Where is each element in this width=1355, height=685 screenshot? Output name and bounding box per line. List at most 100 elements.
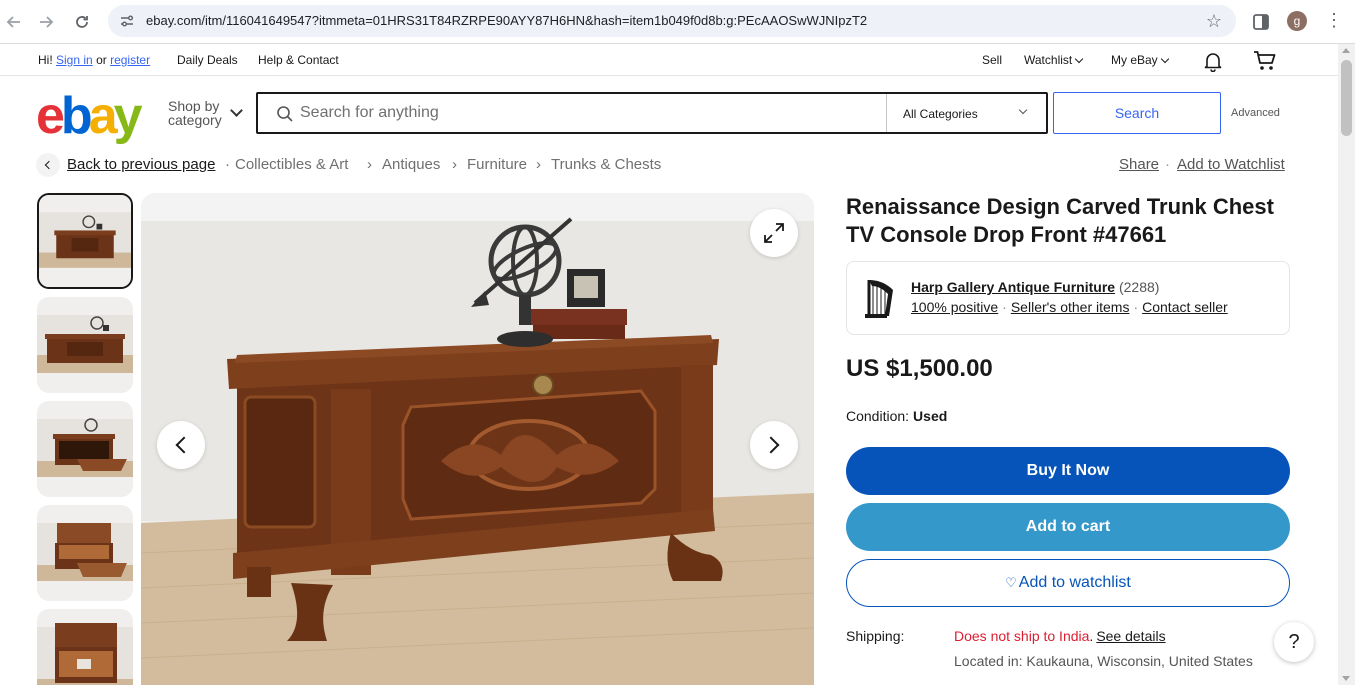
shipping-label: Shipping:	[846, 628, 905, 644]
thumbnail-3[interactable]	[37, 401, 133, 497]
site-info-icon[interactable]	[118, 12, 136, 30]
thumbnail-2[interactable]	[37, 297, 133, 393]
page-scrollbar[interactable]	[1338, 44, 1355, 685]
seller-card: Harp Gallery Antique Furniture (2288) 10…	[846, 261, 1290, 335]
see-details-link[interactable]: See details	[1096, 628, 1165, 644]
url-text[interactable]: ebay.com/itm/116041649547?itmmeta=01HRS3…	[146, 13, 867, 28]
separator-dot: ·	[1002, 299, 1007, 315]
seller-name-row: Harp Gallery Antique Furniture (2288)	[911, 279, 1159, 295]
profile-avatar[interactable]: g	[1287, 11, 1307, 31]
thumbnail-5[interactable]	[37, 609, 133, 685]
category-select[interactable]: All Categories	[886, 94, 1046, 132]
notification-bell-icon[interactable]	[1202, 50, 1224, 72]
my-ebay-label: My eBay	[1111, 53, 1158, 67]
breadcrumb-item[interactable]: Antiques	[382, 156, 440, 173]
fullscreen-button[interactable]	[750, 209, 798, 257]
search-icon	[277, 106, 293, 122]
positive-feedback-link[interactable]: 100% positive	[911, 299, 998, 315]
add-to-cart-button[interactable]: Add to cart	[846, 503, 1290, 551]
my-ebay-menu[interactable]: My eBay	[1111, 53, 1169, 67]
more-menu-icon[interactable]: ⋮	[1325, 10, 1343, 31]
condition-value: Used	[913, 408, 948, 424]
or-text: or	[96, 53, 107, 67]
contact-seller-link[interactable]: Contact seller	[1142, 299, 1228, 315]
buy-it-now-button[interactable]: Buy It Now	[846, 447, 1290, 495]
shipping-value: Does not ship to India. See details	[954, 628, 1166, 644]
search-input[interactable]	[300, 102, 880, 124]
category-selected: All Categories	[903, 107, 978, 121]
item-location: Located in: Kaukauna, Wisconsin, United …	[954, 653, 1253, 669]
breadcrumb-chevron-icon: ›	[367, 156, 372, 173]
shop-by-line1: Shop by	[168, 98, 220, 114]
register-link[interactable]: register	[110, 53, 150, 67]
shipping-warning: Does not ship to India	[954, 628, 1090, 644]
daily-deals-link[interactable]: Daily Deals	[177, 53, 238, 67]
harp-logo-icon	[865, 280, 893, 318]
breadcrumb-chevron-icon: ›	[452, 156, 457, 173]
address-bar[interactable]: ebay.com/itm/116041649547?itmmeta=01HRS3…	[108, 5, 1236, 37]
sign-in-link[interactable]: Sign in	[56, 53, 93, 67]
help-contact-link[interactable]: Help & Contact	[258, 53, 339, 67]
seller-feedback-count: (2288)	[1118, 279, 1160, 295]
add-to-watchlist-link[interactable]: Add to Watchlist	[1177, 156, 1285, 173]
chevron-down-icon	[1018, 105, 1028, 115]
cart-icon[interactable]	[1253, 50, 1277, 72]
main-product-image[interactable]	[141, 193, 814, 685]
next-image-button[interactable]	[750, 421, 798, 469]
breadcrumb-item[interactable]: Collectibles & Art	[235, 156, 348, 173]
back-chevron-icon[interactable]	[36, 153, 60, 177]
greeting-text: Hi!	[38, 53, 53, 67]
sell-link[interactable]: Sell	[982, 53, 1002, 67]
back-to-previous-link[interactable]: Back to previous page	[67, 156, 215, 173]
chevron-down-icon	[1074, 54, 1084, 64]
advanced-search-link[interactable]: Advanced	[1231, 107, 1280, 119]
watchlist-label: Watchlist	[1024, 53, 1073, 67]
side-panel-icon[interactable]	[1251, 12, 1271, 32]
expand-icon	[764, 223, 784, 243]
shop-by-line2: category	[168, 112, 222, 128]
watchlist-menu[interactable]: Watchlist	[1024, 53, 1084, 67]
add-to-watchlist-button[interactable]: ♡ Add to watchlist	[846, 559, 1290, 607]
bookmark-star-icon[interactable]: ☆	[1206, 11, 1222, 32]
add-to-watchlist-label: Add to watchlist	[1018, 574, 1131, 591]
previous-image-button[interactable]	[157, 421, 205, 469]
seller-links-row: 100% positive · Seller's other items · Conta…	[911, 299, 1228, 315]
trunk-chest-photo	[141, 193, 814, 685]
logo-letter: a	[88, 87, 118, 145]
scroll-down-icon[interactable]	[1342, 676, 1350, 681]
greeting: Hi! Sign in or register	[38, 53, 150, 67]
search-bar: All Categories	[256, 92, 1048, 134]
breadcrumb-item[interactable]: Furniture	[467, 156, 527, 173]
reload-icon[interactable]	[68, 8, 96, 36]
shop-by-category-button[interactable]: Shop by category	[168, 99, 222, 127]
breadcrumb-item[interactable]: Trunks & Chests	[551, 156, 661, 173]
chevron-down-icon	[1160, 54, 1169, 64]
thumbnail-4[interactable]	[37, 505, 133, 601]
ebay-logo[interactable]: ebay	[36, 86, 143, 146]
logo-letter: y	[113, 87, 143, 145]
top-links-bar: Hi! Sign in or register Daily Deals Help…	[0, 44, 1338, 76]
browser-toolbar: ebay.com/itm/116041649547?itmmeta=01HRS3…	[0, 0, 1355, 44]
forward-arrow-icon[interactable]	[32, 8, 60, 36]
shipping-dot: .	[1089, 628, 1094, 644]
item-price: US $1,500.00	[846, 355, 993, 382]
search-button[interactable]: Search	[1053, 92, 1221, 134]
back-arrow-icon[interactable]	[0, 8, 28, 36]
heart-icon: ♡	[1005, 575, 1017, 590]
thumbnail-1[interactable]	[37, 193, 133, 289]
scroll-up-icon[interactable]	[1342, 48, 1350, 53]
share-link[interactable]: Share	[1119, 156, 1159, 173]
listing-title: Renaissance Design Carved Trunk Chest TV…	[846, 194, 1274, 247]
scrollbar-thumb[interactable]	[1341, 60, 1352, 136]
share-separator: ·	[1165, 156, 1170, 173]
logo-letter: b	[60, 87, 93, 145]
separator-dot: ·	[1133, 299, 1139, 315]
help-button[interactable]: ?	[1274, 622, 1314, 662]
logo-letter: e	[36, 87, 65, 145]
condition-row: Condition: Used	[846, 408, 947, 424]
chevron-down-icon[interactable]	[230, 104, 243, 117]
breadcrumb-chevron-icon: ›	[536, 156, 541, 173]
condition-label: Condition:	[846, 408, 910, 424]
seller-name-link[interactable]: Harp Gallery Antique Furniture	[911, 279, 1115, 295]
sellers-other-items-link[interactable]: Seller's other items	[1011, 299, 1130, 315]
